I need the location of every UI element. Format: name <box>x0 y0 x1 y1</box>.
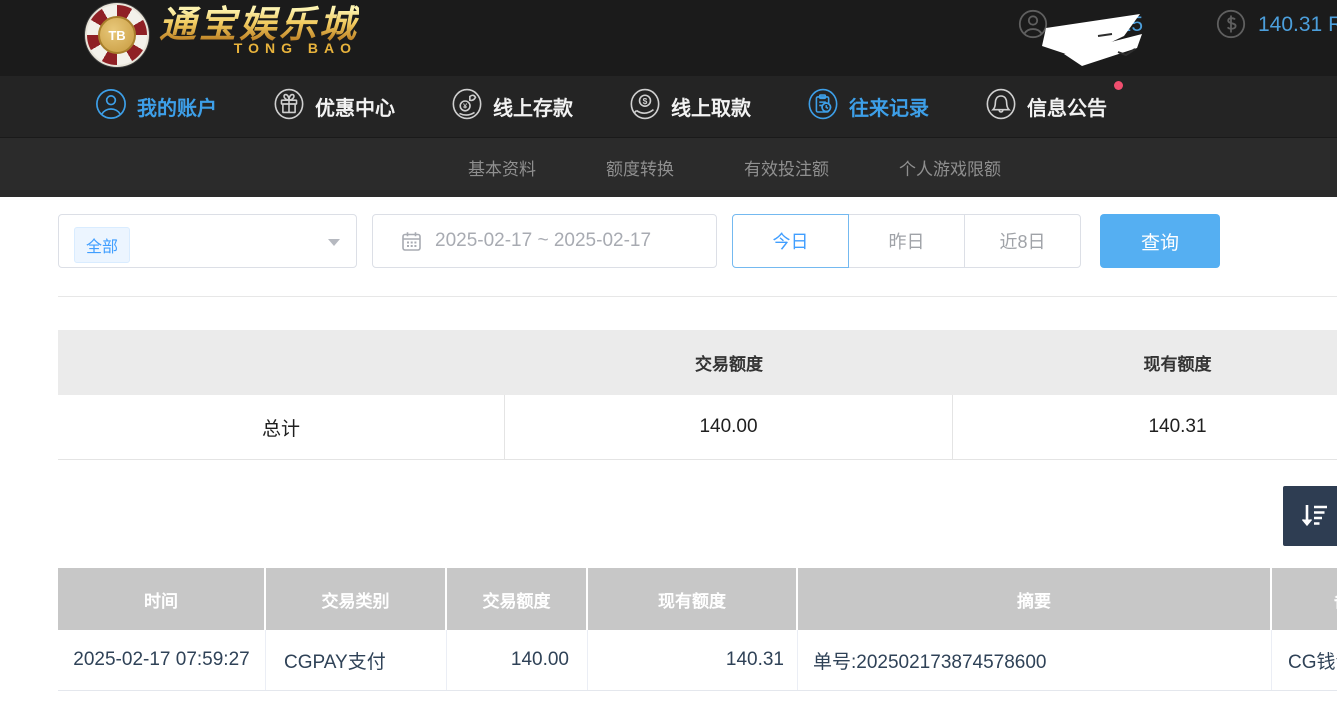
summary-table: 交易额度 现有额度 总计 140.00 140.31 <box>58 330 1337 460</box>
top-header: TB 通宝娱乐城 TONG BAO 25 140.31 R <box>0 0 1337 76</box>
balance-dollar-icon <box>1216 9 1246 44</box>
cell-current-balance: 140.31 <box>588 630 798 690</box>
today-button[interactable]: 今日 <box>732 214 849 268</box>
sub-nav: 基本资料 额度转换 有效投注额 个人游戏限额 <box>0 137 1337 197</box>
svg-text:¥: ¥ <box>463 101 468 110</box>
deposit-icon: ¥ <box>451 88 483 126</box>
summary-total-label: 总计 <box>58 395 505 459</box>
quick-date-buttons: 今日 昨日 近8日 <box>732 214 1081 268</box>
col-transaction-amount: 交易额度 <box>447 568 588 630</box>
nav-item-deposit[interactable]: ¥ 线上存款 <box>451 88 573 126</box>
site-logo[interactable]: TB 通宝娱乐城 TONG BAO <box>85 3 359 67</box>
nav-label: 优惠中心 <box>315 92 395 121</box>
nav-label: 信息公告 <box>1027 92 1107 121</box>
summary-total-row: 总计 140.00 140.31 <box>58 395 1337 460</box>
col-current-balance: 现有额度 <box>588 568 798 630</box>
col-time: 时间 <box>58 568 266 630</box>
transactions-table: 时间 交易类别 交易额度 现有额度 摘要 备注 2025-02-17 07:59… <box>58 568 1337 691</box>
calendar-icon <box>401 231 422 252</box>
divider <box>58 296 1337 297</box>
table-row: 2025-02-17 07:59:27 CGPAY支付 140.00 140.3… <box>58 630 1337 691</box>
col-transaction-type: 交易类别 <box>266 568 447 630</box>
subnav-item-game-limits[interactable]: 个人游戏限额 <box>899 155 1001 180</box>
main-nav: 我的账户 优惠中心 ¥ 线上存款 <box>0 76 1337 137</box>
sort-descending-button[interactable] <box>1283 486 1337 546</box>
summary-col-transaction-amount: 交易额度 <box>505 350 953 375</box>
gift-icon <box>273 88 305 126</box>
nav-label: 线上取款 <box>671 92 751 121</box>
balance-text[interactable]: 140.31 R <box>1258 13 1337 37</box>
cell-time: 2025-02-17 07:59:27 <box>58 630 266 690</box>
records-icon <box>807 88 839 126</box>
nav-label: 我的账户 <box>137 92 217 121</box>
summary-col-current-balance: 现有额度 <box>953 350 1337 375</box>
withdraw-icon: $ <box>629 88 661 126</box>
date-range-input[interactable]: 2025-02-17 ~ 2025-02-17 <box>372 214 717 268</box>
query-button[interactable]: 查询 <box>1100 214 1220 268</box>
chip-monogram: TB <box>98 16 136 54</box>
subnav-item-valid-bets[interactable]: 有效投注额 <box>744 155 829 180</box>
last-8-days-button[interactable]: 近8日 <box>964 214 1081 268</box>
chevron-down-icon <box>328 239 340 246</box>
redaction-scribble <box>1038 8 1154 68</box>
subnav-item-basic-info[interactable]: 基本资料 <box>468 155 536 180</box>
nav-item-my-account[interactable]: 我的账户 <box>95 88 217 126</box>
nav-label: 线上存款 <box>493 92 573 121</box>
nav-item-promotions[interactable]: 优惠中心 <box>273 88 395 126</box>
summary-current-balance: 140.31 <box>953 395 1337 459</box>
bell-icon <box>985 88 1017 126</box>
svg-text:$: $ <box>643 96 648 106</box>
poker-chip-icon: TB <box>85 3 149 67</box>
cell-summary: 单号:202502173874578600 <box>798 630 1272 690</box>
col-remarks: 备注 <box>1272 568 1337 630</box>
nav-item-withdraw[interactable]: $ 线上取款 <box>629 88 751 126</box>
summary-table-header: 交易额度 现有额度 <box>58 330 1337 395</box>
col-summary: 摘要 <box>798 568 1272 630</box>
summary-transaction-amount: 140.00 <box>505 395 953 459</box>
site-subtitle: TONG BAO <box>234 40 357 56</box>
cell-remarks: CG钱包 <box>1272 630 1337 690</box>
selected-type-tag[interactable]: 全部 <box>74 227 130 263</box>
yesterday-button[interactable]: 昨日 <box>848 214 965 268</box>
nav-item-announcements[interactable]: 信息公告 <box>985 88 1107 126</box>
cell-transaction-amount: 140.00 <box>447 630 588 690</box>
transaction-type-select[interactable]: 全部 <box>58 214 357 268</box>
cell-transaction-type: CGPAY支付 <box>266 630 447 690</box>
transactions-table-header: 时间 交易类别 交易额度 现有额度 摘要 备注 <box>58 568 1337 630</box>
subnav-item-quota-transfer[interactable]: 额度转换 <box>606 155 674 180</box>
nav-label: 往来记录 <box>849 92 929 121</box>
notification-dot <box>1114 81 1123 90</box>
user-icon <box>95 88 127 126</box>
nav-item-records[interactable]: 往来记录 <box>807 88 929 126</box>
sort-descending-icon <box>1297 499 1331 533</box>
date-range-text: 2025-02-17 ~ 2025-02-17 <box>435 230 651 252</box>
